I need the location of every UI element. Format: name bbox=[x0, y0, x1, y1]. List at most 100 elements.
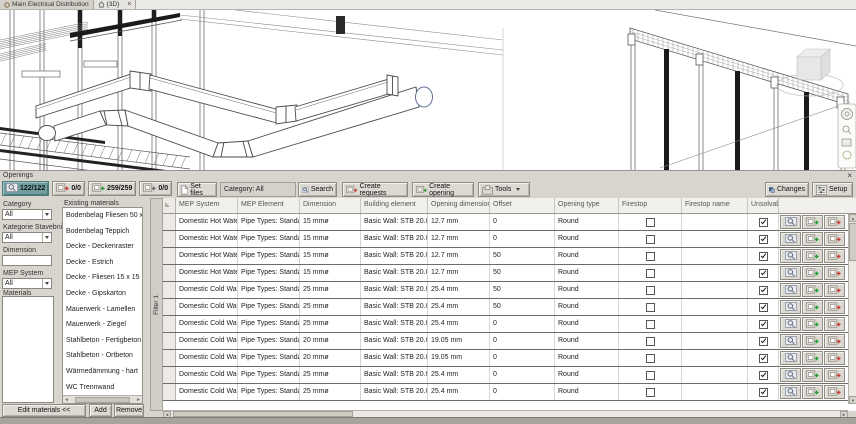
create-opening-row-button[interactable] bbox=[802, 232, 823, 246]
materials-hscrollbar[interactable]: ◄► bbox=[63, 395, 142, 403]
firestop-checkbox[interactable] bbox=[646, 388, 655, 397]
material-item[interactable]: Bodenbelag Teppich bbox=[63, 224, 142, 240]
table-row[interactable]: Domestic Hot WaterPipe Types: Standard15… bbox=[163, 248, 856, 265]
row-selector[interactable] bbox=[163, 299, 176, 315]
kategorie-select[interactable]: All bbox=[2, 232, 52, 243]
row-selector[interactable] bbox=[163, 265, 176, 281]
materials-listbox[interactable] bbox=[2, 296, 54, 403]
create-request-row-button[interactable] bbox=[824, 385, 845, 399]
search-button[interactable]: Search bbox=[298, 182, 337, 197]
table-row[interactable]: Domestic Hot WaterPipe Types: Standard15… bbox=[163, 214, 856, 231]
firestop-checkbox[interactable] bbox=[646, 286, 655, 295]
column-header-unsolvable[interactable]: Unsolvable bbox=[748, 198, 779, 213]
create-request-row-button[interactable] bbox=[824, 351, 845, 365]
material-item[interactable]: Decke - Gipskarton bbox=[63, 286, 142, 302]
zoom-to-button[interactable] bbox=[780, 283, 801, 297]
count-toggle-opening-red-button[interactable]: 0/0 bbox=[52, 181, 85, 196]
create-request-row-button[interactable] bbox=[824, 215, 845, 229]
create-opening-row-button[interactable] bbox=[802, 385, 823, 399]
create-opening-row-button[interactable] bbox=[802, 283, 823, 297]
3d-viewport[interactable] bbox=[0, 10, 856, 170]
create-request-row-button[interactable] bbox=[824, 249, 845, 263]
create-opening-row-button[interactable] bbox=[802, 249, 823, 263]
set-files-button[interactable]: Set files bbox=[177, 182, 217, 197]
unsolvable-checkbox[interactable] bbox=[759, 269, 768, 278]
create-opening-button[interactable]: Create opening bbox=[412, 182, 474, 197]
firestop-checkbox[interactable] bbox=[646, 320, 655, 329]
column-header-dimension[interactable]: Dimension bbox=[300, 198, 361, 213]
column-header-mep_system[interactable]: MEP System bbox=[176, 198, 238, 213]
firestop-checkbox[interactable] bbox=[646, 218, 655, 227]
row-selector[interactable] bbox=[163, 231, 176, 247]
firestop-checkbox[interactable] bbox=[646, 269, 655, 278]
table-row[interactable]: Domestic Cold WaterPipe Types: Standard2… bbox=[163, 384, 856, 401]
row-selector[interactable] bbox=[163, 214, 176, 230]
count-toggle-opening-green-button[interactable]: 259/259 bbox=[88, 181, 136, 196]
vscroll-thumb[interactable] bbox=[849, 223, 856, 261]
setup-button[interactable]: Setup bbox=[812, 182, 853, 197]
material-item[interactable]: Decke - Deckenraster bbox=[63, 239, 142, 255]
zoom-to-button[interactable] bbox=[780, 266, 801, 280]
create-request-row-button[interactable] bbox=[824, 300, 845, 314]
unsolvable-checkbox[interactable] bbox=[759, 388, 768, 397]
select-all-corner[interactable] bbox=[163, 198, 176, 213]
create-request-row-button[interactable] bbox=[824, 266, 845, 280]
material-item[interactable]: Mauerwerk - Lamellen bbox=[63, 302, 142, 318]
row-selector[interactable] bbox=[163, 333, 176, 349]
firestop-checkbox[interactable] bbox=[646, 252, 655, 261]
unsolvable-checkbox[interactable] bbox=[759, 303, 768, 312]
material-item[interactable]: Mauerwerk - Ziegel bbox=[63, 317, 142, 333]
row-selector[interactable] bbox=[163, 282, 176, 298]
material-item[interactable]: Decke - Estrich bbox=[63, 255, 142, 271]
column-header-building_element[interactable]: Building element bbox=[361, 198, 428, 213]
material-item[interactable]: Stahlbeton - Ortbeton bbox=[63, 348, 142, 364]
material-item[interactable]: Bodenbelag Fliesen 50 x 50 bbox=[63, 208, 142, 224]
unsolvable-checkbox[interactable] bbox=[759, 218, 768, 227]
remove-material-button[interactable]: Remove bbox=[114, 404, 144, 417]
row-selector[interactable] bbox=[163, 384, 176, 400]
create-opening-row-button[interactable] bbox=[802, 368, 823, 382]
material-item[interactable]: Decke - Fliesen 15 x 15 bbox=[63, 270, 142, 286]
column-header-firestop_name[interactable]: Firestop name bbox=[682, 198, 748, 213]
row-selector[interactable] bbox=[163, 367, 176, 383]
material-item[interactable]: Stahlbeton - Fertigbeton bbox=[63, 333, 142, 349]
scroll-up-icon[interactable]: ▲ bbox=[849, 214, 856, 222]
add-material-button[interactable]: Add bbox=[89, 404, 112, 417]
zoom-to-button[interactable] bbox=[780, 317, 801, 331]
zoom-to-button[interactable] bbox=[780, 249, 801, 263]
unsolvable-checkbox[interactable] bbox=[759, 354, 768, 363]
windows-taskbar[interactable] bbox=[0, 417, 856, 424]
tab-main-electrical-distribution[interactable]: Main Electrical Distribution bbox=[0, 0, 94, 9]
zoom-to-button[interactable] bbox=[780, 300, 801, 314]
create-opening-row-button[interactable] bbox=[802, 266, 823, 280]
create-request-row-button[interactable] bbox=[824, 334, 845, 348]
table-row[interactable]: Domestic Hot WaterPipe Types: Standard15… bbox=[163, 265, 856, 282]
firestop-checkbox[interactable] bbox=[646, 371, 655, 380]
count-toggle-opening-gray-button[interactable]: 0/0 bbox=[139, 181, 172, 196]
table-row[interactable]: Domestic Hot WaterPipe Types: Standard15… bbox=[163, 231, 856, 248]
create-opening-row-button[interactable] bbox=[802, 215, 823, 229]
zoom-to-button[interactable] bbox=[780, 334, 801, 348]
create-request-row-button[interactable] bbox=[824, 283, 845, 297]
unsolvable-checkbox[interactable] bbox=[759, 252, 768, 261]
tab-3d[interactable]: {3D} × bbox=[94, 0, 137, 9]
changes-button[interactable]: Changes bbox=[765, 182, 809, 197]
scroll-down-icon[interactable]: ▼ bbox=[849, 396, 856, 404]
table-vertical-scrollbar[interactable]: ▲ ▼ bbox=[848, 214, 856, 404]
column-header-mep_element[interactable]: MEP Element bbox=[238, 198, 300, 213]
create-request-row-button[interactable] bbox=[824, 368, 845, 382]
material-item[interactable]: Wärmedämmung - hart bbox=[63, 364, 142, 380]
row-selector[interactable] bbox=[163, 248, 176, 264]
table-row[interactable]: Domestic Cold WaterPipe Types: Standard2… bbox=[163, 316, 856, 333]
create-opening-row-button[interactable] bbox=[802, 300, 823, 314]
column-header-opening_dimensions[interactable]: Opening dimensions bbox=[428, 198, 490, 213]
create-opening-row-button[interactable] bbox=[802, 334, 823, 348]
create-requests-button[interactable]: Create requests bbox=[342, 182, 408, 197]
close-tab-icon[interactable]: × bbox=[127, 1, 131, 8]
filter-1-tab[interactable]: Filter 1 bbox=[150, 198, 163, 411]
existing-materials-list[interactable]: Bodenbelag Fliesen 50 x 50Bodenbelag Tep… bbox=[62, 207, 143, 404]
table-row[interactable]: Domestic Cold WaterPipe Types: Standard2… bbox=[163, 282, 856, 299]
zoom-to-button[interactable] bbox=[780, 385, 801, 399]
firestop-checkbox[interactable] bbox=[646, 337, 655, 346]
row-selector[interactable] bbox=[163, 350, 176, 366]
